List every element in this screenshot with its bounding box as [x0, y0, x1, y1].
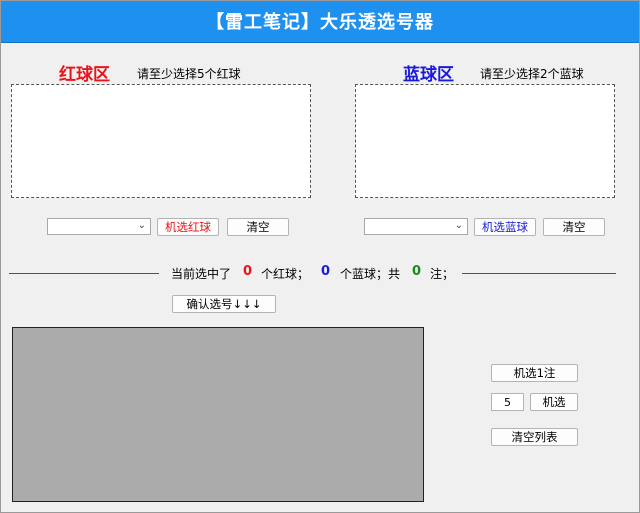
chevron-down-icon: ⌄ — [454, 220, 463, 231]
red-zone-title: 红球区 — [59, 65, 110, 85]
red-zone-hint: 请至少选择5个红球 — [137, 67, 241, 81]
random-one-ticket-button[interactable]: 机选1注 — [491, 364, 578, 382]
clear-red-button[interactable]: 清空 — [227, 218, 289, 236]
confirm-selection-button[interactable]: 确认选号↓↓↓ — [172, 295, 276, 313]
red-count: 0 — [243, 264, 253, 279]
total-count: 0 — [412, 264, 422, 279]
random-blue-button[interactable]: 机选蓝球 — [474, 218, 536, 236]
random-n-tickets-button[interactable]: 机选 — [530, 393, 578, 411]
clear-blue-button[interactable]: 清空 — [543, 218, 605, 236]
blue-ball-selection-area[interactable] — [355, 84, 615, 198]
ticket-count-input[interactable]: 5 — [491, 393, 524, 411]
window-title-bar: 【雷工笔记】大乐透选号器 — [0, 0, 640, 43]
chevron-down-icon: ⌄ — [137, 220, 146, 231]
blue-ball-dropdown[interactable]: ⌄ — [364, 218, 468, 235]
window-title: 【雷工笔记】大乐透选号器 — [206, 12, 434, 33]
blue-count: 0 — [321, 264, 331, 279]
total-count-label: 注； — [430, 267, 455, 281]
blue-zone-title: 蓝球区 — [403, 65, 454, 85]
clear-list-button[interactable]: 清空列表 — [491, 428, 578, 446]
divider-left — [9, 273, 159, 274]
divider-right — [462, 273, 616, 274]
random-red-button[interactable]: 机选红球 — [157, 218, 219, 236]
red-ball-selection-area[interactable] — [11, 84, 311, 198]
red-count-label: 个红球； — [261, 267, 310, 281]
blue-count-label: 个蓝球；共 — [340, 267, 401, 281]
blue-zone-hint: 请至少选择2个蓝球 — [480, 67, 584, 81]
red-ball-dropdown[interactable]: ⌄ — [47, 218, 151, 235]
status-prefix: 当前选中了 — [171, 267, 232, 281]
result-list[interactable] — [12, 327, 424, 502]
